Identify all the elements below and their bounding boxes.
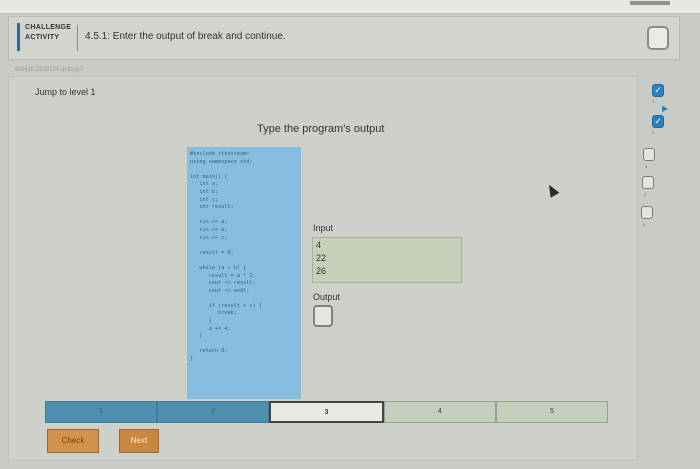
level-1-indicator[interactable]: ✓ <box>652 84 664 97</box>
check-icon: ✓ <box>654 85 662 95</box>
activity-id: 489420.3102134.qx3zqy7 <box>14 67 84 73</box>
badge-line-1: CHALLENGE <box>25 24 72 31</box>
header-divider <box>77 25 78 51</box>
output-label: Output <box>313 292 341 302</box>
code-line: cin >> a; <box>190 219 228 226</box>
level-number: 2 <box>652 130 655 135</box>
code-line: while (a < b) { <box>190 264 247 271</box>
progress-segment-1[interactable]: 1 <box>45 401 158 423</box>
progress-segment-5[interactable]: 5 <box>495 401 609 423</box>
code-line: cout << result; <box>190 280 256 287</box>
code-line: using namespace std; <box>190 158 253 165</box>
level-5-indicator[interactable] <box>641 206 653 219</box>
code-line: if (result > c) { <box>190 302 262 309</box>
level-number: 4 <box>644 192 647 197</box>
activity-panel: Jump to level 1 Type the program's outpu… <box>8 76 638 461</box>
input-value: 26 <box>316 266 327 276</box>
progress-segment-4[interactable]: 4 <box>383 401 496 423</box>
scrollbar-thumb[interactable] <box>630 1 670 5</box>
badge-line-2: ACTIVITY <box>25 34 60 41</box>
code-line: } <box>190 333 203 340</box>
code-line: #include <iostream> <box>190 151 250 157</box>
level-number: 5 <box>643 222 646 227</box>
browser-top-strip <box>0 0 700 14</box>
level-progress-bar: 1 2 3 4 5 <box>45 401 609 423</box>
code-line: int main() { <box>190 173 228 180</box>
level-2-indicator[interactable]: ✓ <box>652 115 664 128</box>
code-line: cin >> b; <box>190 226 228 233</box>
output-answer-field[interactable] <box>313 305 333 327</box>
code-line: result = a * 2; <box>190 272 256 279</box>
input-value: 22 <box>316 253 327 263</box>
code-line: int b; <box>190 188 219 195</box>
code-line: break; <box>190 310 237 317</box>
jump-to-level-dropdown[interactable]: Jump to level 1 <box>35 87 96 97</box>
next-button[interactable]: Next <box>119 429 159 453</box>
level-number: 3 <box>645 164 648 169</box>
progress-segment-3[interactable]: 3 <box>269 401 384 423</box>
code-line: a += 4; <box>190 325 231 332</box>
code-line: int result; <box>190 204 234 211</box>
input-value: 4 <box>316 240 322 250</box>
progress-segment-2[interactable]: 2 <box>157 401 270 423</box>
code-line: return 0; <box>190 348 228 355</box>
input-label: Input <box>313 223 334 233</box>
check-button[interactable]: Check <box>47 429 99 453</box>
check-icon: ✓ <box>654 116 662 126</box>
prompt-text: Type the program's output <box>257 123 385 135</box>
code-block: #include <iostream> using namespace std; i… <box>187 147 301 399</box>
code-line: result = 0; <box>190 249 234 256</box>
activity-title: 4.5.1: Enter the output of break and con… <box>85 31 286 42</box>
code-line: cin >> c; <box>190 234 228 241</box>
code-line: } <box>190 318 212 325</box>
activity-header: CHALLENGE ACTIVITY 4.5.1: Enter the outp… <box>8 16 680 60</box>
code-line: } <box>190 356 194 363</box>
level-4-indicator[interactable] <box>642 176 654 189</box>
challenge-activity-badge: CHALLENGE ACTIVITY <box>17 23 73 51</box>
code-line: int c; <box>190 196 219 203</box>
level-3-indicator[interactable] <box>643 148 655 161</box>
code-line: int a; <box>190 181 219 188</box>
code-line: cout << endl; <box>190 287 250 294</box>
activity-completion-check-icon <box>647 26 669 50</box>
level-number: 1 <box>652 99 655 104</box>
chevron-right-icon: ▶ <box>662 104 669 113</box>
input-box: 4 22 26 <box>312 237 462 283</box>
